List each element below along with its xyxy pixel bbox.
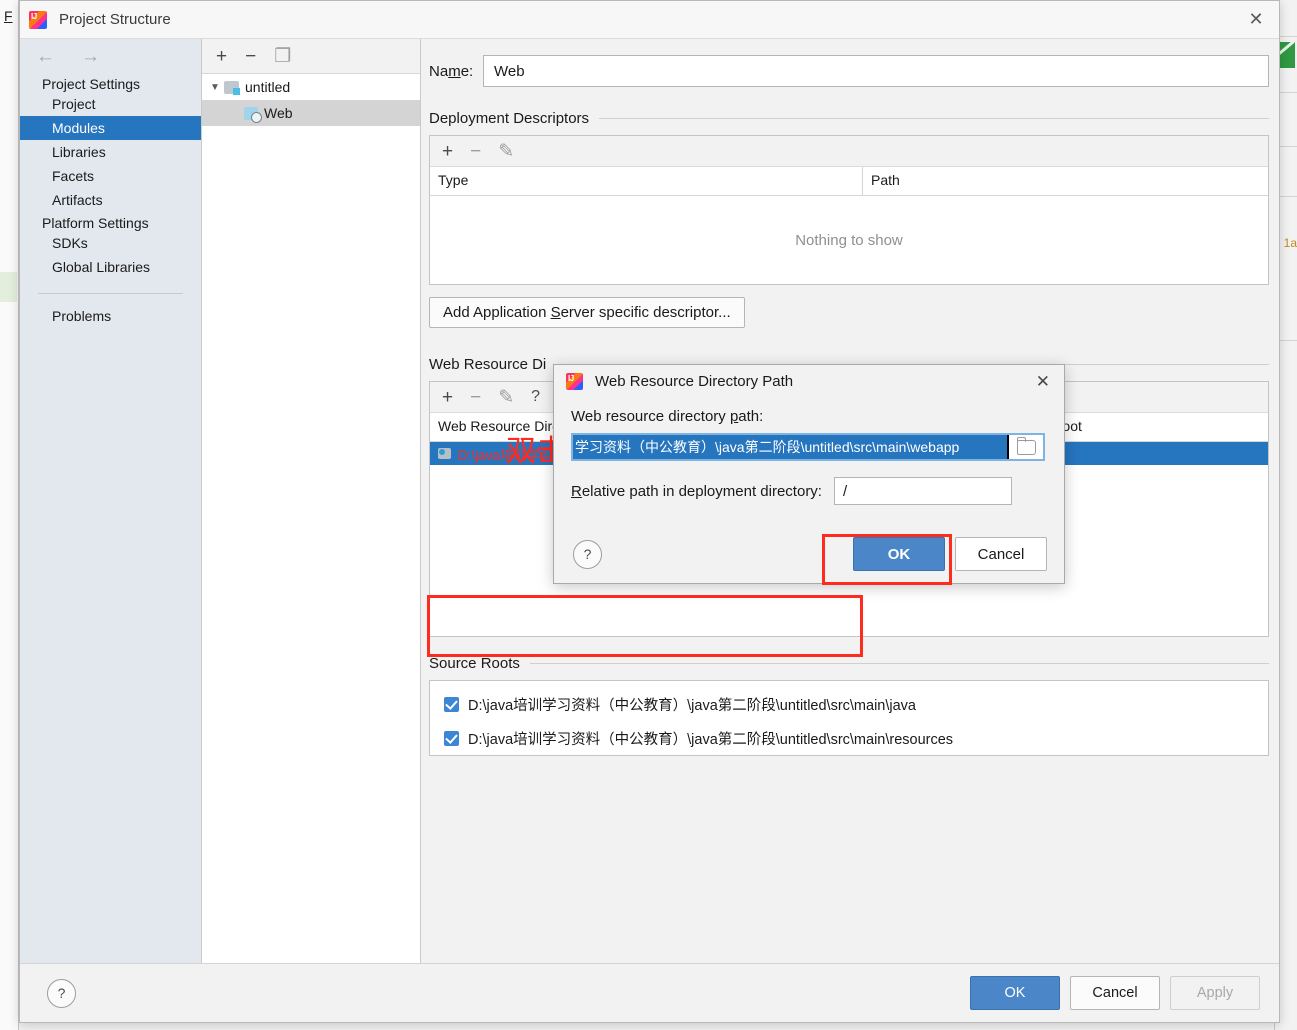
source-root-path: D:\java培训学习资料（中公教育）\java第二阶段\untitled\sr… bbox=[468, 697, 916, 714]
module-name-label: Name: bbox=[429, 62, 474, 80]
remove-descriptor-button[interactable]: − bbox=[470, 142, 481, 161]
remove-web-resource-button[interactable]: − bbox=[470, 388, 481, 407]
tree-node-label: Web bbox=[264, 105, 293, 121]
ide-file-menu-label: F bbox=[4, 8, 13, 24]
add-module-button[interactable]: + bbox=[216, 47, 227, 66]
arrow-right-icon[interactable]: → bbox=[81, 47, 100, 66]
arrow-left-icon[interactable]: ← bbox=[36, 47, 55, 66]
settings-sidebar: ← → Project Settings Project Modules Lib… bbox=[20, 39, 202, 963]
tree-node-untitled[interactable]: ▼ untitled bbox=[202, 74, 420, 100]
subdialog-title: Web Resource Directory Path bbox=[595, 373, 794, 390]
sidebar-item-project[interactable]: Project bbox=[20, 92, 201, 116]
sidebar-group-project-settings: Project Settings bbox=[42, 76, 141, 92]
dialog-footer: ? OK Cancel Apply bbox=[20, 963, 1279, 1022]
list-item[interactable]: D:\java培训学习资料（中公教育）\java第二阶段\untitled\sr… bbox=[430, 721, 1268, 755]
subdialog-footer: ? OK Cancel bbox=[554, 525, 1064, 583]
edit-web-resource-button[interactable]: ✎ bbox=[498, 388, 514, 407]
close-icon[interactable]: ✕ bbox=[1036, 373, 1050, 390]
add-descriptor-button[interactable]: + bbox=[442, 142, 453, 161]
deployment-descriptors-table-header: Type Path bbox=[430, 167, 1268, 196]
source-root-checkbox[interactable] bbox=[444, 696, 459, 712]
sidebar-item-problems[interactable]: Problems bbox=[20, 304, 201, 328]
relative-path-input[interactable]: / bbox=[833, 477, 1012, 505]
ide-file-menu[interactable]: F bbox=[4, 8, 13, 24]
module-folder-icon bbox=[224, 80, 240, 95]
sidebar-divider bbox=[38, 293, 183, 294]
chevron-down-icon[interactable]: ▼ bbox=[210, 82, 224, 93]
add-descriptor-row: Add Application Server specific descript… bbox=[429, 297, 1269, 328]
relative-path-row: Relative path in deployment directory: / bbox=[571, 477, 1064, 505]
web-facet-icon bbox=[244, 106, 262, 123]
relative-path-label: Relative path in deployment directory: bbox=[571, 482, 822, 500]
help-button[interactable]: ? bbox=[47, 978, 76, 1008]
deployment-descriptors-panel: + − ✎ Type Path Nothing to show bbox=[429, 135, 1269, 285]
web-resource-directories-title: Web Resource Di bbox=[429, 356, 547, 373]
module-tree-toolbar: + − ❐ bbox=[202, 39, 420, 74]
remove-module-button[interactable]: − bbox=[245, 47, 256, 66]
module-tree-pane: + − ❐ ▼ untitled Web bbox=[202, 39, 421, 963]
add-application-server-descriptor-button[interactable]: Add Application Server specific descript… bbox=[429, 297, 745, 328]
source-roots-title: Source Roots bbox=[429, 655, 520, 672]
subdialog-buttons: OK Cancel bbox=[853, 537, 1047, 571]
deployment-descriptors-empty: Nothing to show bbox=[430, 196, 1268, 284]
list-item[interactable]: D:\java培训学习资料（中公教育）\java第二阶段\untitled\sr… bbox=[430, 687, 1268, 721]
column-header-type[interactable]: Type bbox=[430, 167, 863, 195]
directory-icon bbox=[438, 448, 451, 459]
ide-left-highlight bbox=[0, 272, 17, 302]
sidebar-item-global-libraries[interactable]: Global Libraries bbox=[20, 255, 201, 279]
deployment-descriptors-toolbar: + − ✎ bbox=[430, 136, 1268, 167]
subdialog-titlebar: Web Resource Directory Path ✕ bbox=[554, 365, 1064, 398]
web-resource-path-field[interactable]: 学习资料（中公教育）\java第二阶段\untitled\src\main\we… bbox=[571, 433, 1045, 461]
dialog-titlebar: Project Structure ✕ bbox=[20, 1, 1279, 39]
sidebar-item-sdks[interactable]: SDKs bbox=[20, 231, 201, 255]
sidebar-group-platform-settings: Platform Settings bbox=[42, 215, 149, 231]
cancel-button[interactable]: Cancel bbox=[1070, 976, 1160, 1010]
ok-button[interactable]: OK bbox=[970, 976, 1060, 1010]
copy-module-button[interactable]: ❐ bbox=[274, 47, 291, 66]
footer-buttons: OK Cancel Apply bbox=[970, 976, 1260, 1010]
intellij-idea-icon bbox=[566, 373, 583, 390]
sidebar-nav: ← → bbox=[20, 39, 201, 73]
subdialog-cancel-button[interactable]: Cancel bbox=[955, 537, 1047, 571]
sidebar-item-libraries[interactable]: Libraries bbox=[20, 140, 201, 164]
screen-root: F 1a Project Structure ✕ ← → bbox=[0, 0, 1297, 1030]
source-roots-header: Source Roots bbox=[429, 655, 1269, 672]
ide-left-toolwindow-strip bbox=[0, 0, 19, 1030]
source-root-path: D:\java培训学习资料（中公教育）\java第二阶段\untitled\sr… bbox=[468, 731, 954, 748]
apply-button[interactable]: Apply bbox=[1170, 976, 1260, 1010]
deployment-descriptors-header: Deployment Descriptors bbox=[429, 110, 1269, 127]
web-resource-path-label: Web resource directory path: bbox=[571, 408, 764, 425]
column-header-path[interactable]: Path bbox=[863, 167, 1268, 195]
source-root-checkbox[interactable] bbox=[444, 730, 459, 746]
module-name-row: Name: Web bbox=[429, 55, 1269, 87]
close-icon[interactable]: ✕ bbox=[1233, 1, 1279, 37]
folder-glyph bbox=[1016, 436, 1036, 455]
ide-right-edge-text: 1a bbox=[1283, 236, 1297, 250]
section-divider bbox=[529, 663, 1269, 664]
tree-node-label: untitled bbox=[245, 79, 291, 95]
tree-node-web[interactable]: Web bbox=[202, 100, 420, 126]
add-web-resource-button[interactable]: + bbox=[442, 388, 453, 407]
web-resource-directory-path-dialog: Web Resource Directory Path ✕ Web resour… bbox=[553, 364, 1065, 584]
source-roots-panel: D:\java培训学习资料（中公教育）\java第二阶段\untitled\sr… bbox=[429, 680, 1269, 756]
sidebar-item-artifacts[interactable]: Artifacts bbox=[20, 188, 201, 212]
intellij-idea-icon bbox=[29, 10, 47, 29]
subdialog-ok-button[interactable]: OK bbox=[853, 537, 945, 571]
web-resource-path-input[interactable]: 学习资料（中公教育）\java第二阶段\untitled\src\main\we… bbox=[573, 435, 1009, 459]
edit-descriptor-button[interactable]: ✎ bbox=[498, 142, 514, 161]
subdialog-help-button[interactable]: ? bbox=[573, 539, 602, 569]
dialog-title: Project Structure bbox=[59, 11, 171, 28]
deployment-descriptors-title: Deployment Descriptors bbox=[429, 110, 590, 127]
section-divider bbox=[599, 118, 1269, 119]
sidebar-item-modules[interactable]: Modules bbox=[20, 116, 201, 140]
module-name-input[interactable]: Web bbox=[483, 55, 1269, 87]
help-web-resource-button[interactable]: ? bbox=[531, 389, 540, 405]
sidebar-item-facets[interactable]: Facets bbox=[20, 164, 201, 188]
folder-browse-icon[interactable] bbox=[1009, 435, 1043, 459]
